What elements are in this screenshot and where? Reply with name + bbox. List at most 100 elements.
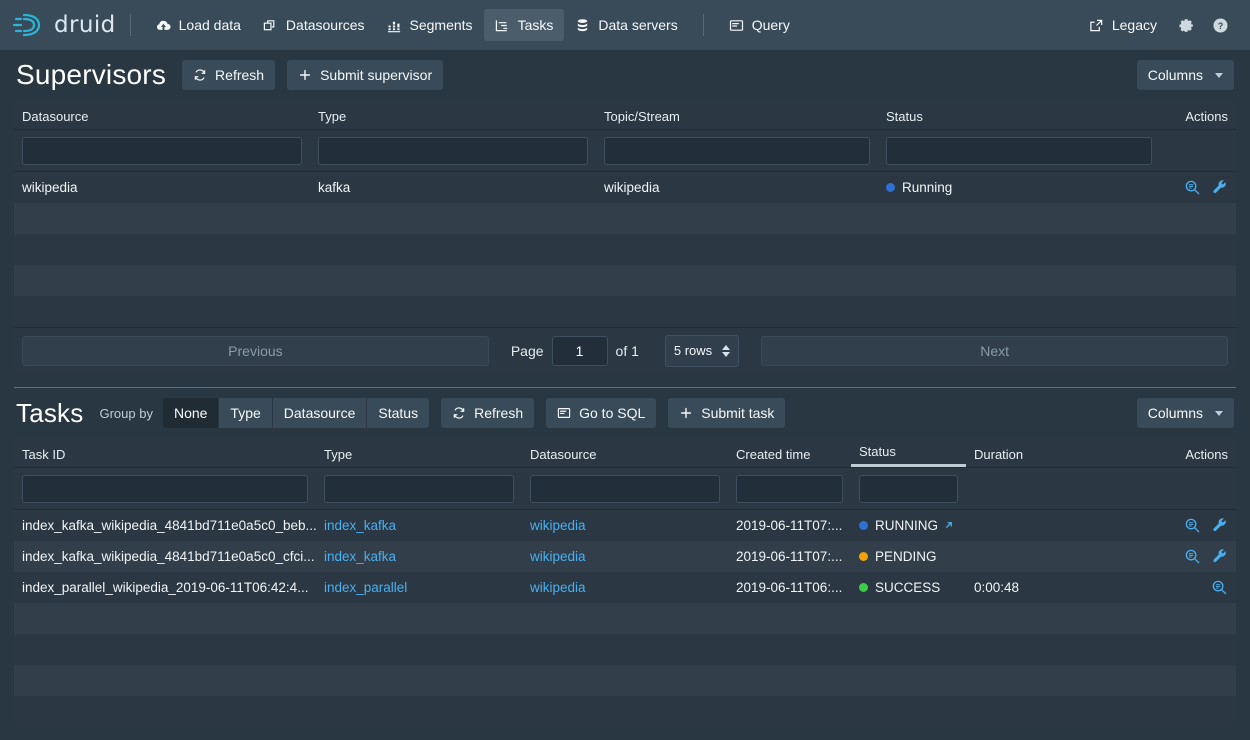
cell-datasource[interactable]: wikipedia bbox=[522, 580, 728, 595]
brand-label: druid bbox=[54, 12, 116, 38]
filter-input-datasource[interactable] bbox=[530, 475, 720, 503]
table-row[interactable]: index_parallel_wikipedia_2019-06-11T06:4… bbox=[14, 572, 1236, 603]
cell-created-time: 2019-06-11T07:... bbox=[728, 549, 851, 564]
submit-task-button[interactable]: Submit task bbox=[668, 398, 785, 428]
table-row-empty bbox=[14, 696, 1236, 727]
submit-supervisor-button[interactable]: Submit supervisor bbox=[287, 60, 443, 90]
button-label: Refresh bbox=[215, 67, 264, 83]
nav-item-load-data[interactable]: Load data bbox=[145, 9, 252, 41]
rows-per-page-select[interactable]: 5 rows bbox=[665, 335, 739, 367]
table-row-empty bbox=[14, 665, 1236, 696]
group-by-button-group: None Type Datasource Status bbox=[163, 398, 429, 428]
view-detail-icon[interactable] bbox=[1184, 548, 1201, 565]
page-number-input[interactable] bbox=[552, 336, 608, 366]
multi-select-icon bbox=[263, 18, 278, 33]
cell-task-id: index_kafka_wikipedia_4841bd711e0a5c0_be… bbox=[14, 518, 316, 533]
brand-logo[interactable]: druid bbox=[12, 10, 116, 40]
gantt-chart-icon bbox=[495, 18, 510, 33]
settings-button[interactable] bbox=[1170, 9, 1202, 41]
cell-type[interactable]: index_kafka bbox=[316, 518, 522, 533]
filter-input-created-time[interactable] bbox=[736, 475, 843, 503]
group-by-none-button[interactable]: None bbox=[163, 398, 219, 428]
status-dot bbox=[886, 183, 895, 192]
cell-datasource: wikipedia bbox=[14, 180, 310, 195]
cell-actions bbox=[1160, 179, 1236, 196]
supervisors-refresh-button[interactable]: Refresh bbox=[182, 60, 275, 90]
view-detail-icon[interactable] bbox=[1184, 179, 1201, 196]
nav-item-legacy[interactable]: Legacy bbox=[1078, 9, 1168, 41]
supervisors-columns-button[interactable]: Columns bbox=[1137, 60, 1234, 90]
nav-item-label: Segments bbox=[410, 17, 473, 33]
top-navbar: druid Load data Datasources bbox=[0, 0, 1250, 50]
view-detail-icon[interactable] bbox=[1211, 579, 1228, 596]
plus-icon bbox=[298, 68, 312, 82]
rows-per-page-label: 5 rows bbox=[674, 343, 712, 358]
navbar-divider-2 bbox=[703, 14, 704, 36]
column-header-duration[interactable]: Duration bbox=[966, 438, 1116, 467]
help-button[interactable]: ? bbox=[1204, 9, 1236, 41]
plus-icon bbox=[679, 406, 693, 420]
column-header-status[interactable]: Status bbox=[851, 438, 966, 467]
supervisors-filter-row bbox=[14, 130, 1236, 172]
table-row[interactable]: index_kafka_wikipedia_4841bd711e0a5c0_be… bbox=[14, 510, 1236, 541]
navbar-divider-1 bbox=[130, 14, 131, 36]
go-to-sql-button[interactable]: Go to SQL bbox=[546, 398, 656, 428]
group-by-status-button[interactable]: Status bbox=[367, 398, 429, 428]
cell-datasource[interactable]: wikipedia bbox=[522, 549, 728, 564]
tasks-filter-row bbox=[14, 468, 1236, 510]
column-header-topic-stream[interactable]: Topic/Stream bbox=[596, 100, 878, 129]
cell-datasource[interactable]: wikipedia bbox=[522, 518, 728, 533]
column-header-type[interactable]: Type bbox=[316, 438, 522, 467]
column-header-status[interactable]: Status bbox=[878, 100, 1160, 129]
nav-item-datasources[interactable]: Datasources bbox=[252, 9, 376, 41]
column-header-actions[interactable]: Actions bbox=[1116, 438, 1236, 467]
external-link-icon[interactable] bbox=[943, 520, 954, 531]
previous-page-button[interactable]: Previous bbox=[22, 336, 489, 366]
tasks-columns-slot: Columns bbox=[1137, 398, 1234, 428]
supervisors-columns-slot: Columns bbox=[1137, 60, 1234, 90]
column-header-created-time[interactable]: Created time bbox=[728, 438, 851, 467]
filter-input-datasource[interactable] bbox=[22, 137, 302, 165]
nav-item-tasks[interactable]: Tasks bbox=[484, 9, 565, 41]
page-total-label: of 1 bbox=[616, 343, 639, 359]
nav-item-query[interactable]: Query bbox=[718, 9, 801, 41]
supervisors-table-header: Datasource Type Topic/Stream Status Acti… bbox=[14, 100, 1236, 130]
filter-input-type[interactable] bbox=[324, 475, 514, 503]
filter-input-type[interactable] bbox=[318, 137, 588, 165]
tasks-refresh-button[interactable]: Refresh bbox=[441, 398, 534, 428]
table-row[interactable]: index_kafka_wikipedia_4841bd711e0a5c0_cf… bbox=[14, 541, 1236, 572]
column-header-type[interactable]: Type bbox=[310, 100, 596, 129]
group-by-datasource-button[interactable]: Datasource bbox=[273, 398, 368, 428]
filter-input-topic-stream[interactable] bbox=[604, 137, 870, 165]
status-dot bbox=[859, 583, 868, 592]
cell-type[interactable]: index_kafka bbox=[316, 549, 522, 564]
status-label: RUNNING bbox=[875, 518, 938, 533]
cell-status: Running bbox=[878, 180, 1160, 195]
cell-status: RUNNING bbox=[851, 518, 966, 533]
tasks-columns-button[interactable]: Columns bbox=[1137, 398, 1234, 428]
share-external-icon bbox=[1089, 18, 1104, 33]
tasks-header: Tasks Group by None Type Datasource Stat… bbox=[0, 388, 1250, 438]
table-row[interactable]: wikipedia kafka wikipedia Running bbox=[14, 172, 1236, 203]
wrench-icon[interactable] bbox=[1211, 548, 1228, 565]
tasks-table: Task ID Type Datasource Created time Sta… bbox=[14, 438, 1236, 727]
column-header-datasource[interactable]: Datasource bbox=[522, 438, 728, 467]
wrench-icon[interactable] bbox=[1211, 179, 1228, 196]
wrench-icon[interactable] bbox=[1211, 517, 1228, 534]
view-detail-icon[interactable] bbox=[1184, 517, 1201, 534]
filter-input-task-id[interactable] bbox=[22, 475, 308, 503]
filter-input-status[interactable] bbox=[886, 137, 1152, 165]
column-header-task-id[interactable]: Task ID bbox=[14, 438, 316, 467]
next-page-button[interactable]: Next bbox=[761, 336, 1228, 366]
cell-topic-stream: wikipedia bbox=[596, 180, 878, 195]
nav-item-data-servers[interactable]: Data servers bbox=[564, 9, 688, 41]
column-header-datasource[interactable]: Datasource bbox=[14, 100, 310, 129]
chevron-down-icon bbox=[1215, 411, 1223, 416]
filter-input-status[interactable] bbox=[859, 475, 958, 503]
group-by-type-button[interactable]: Type bbox=[219, 398, 272, 428]
nav-item-label: Legacy bbox=[1112, 17, 1157, 33]
cell-type[interactable]: index_parallel bbox=[316, 580, 522, 595]
table-row-empty bbox=[14, 296, 1236, 327]
column-header-actions[interactable]: Actions bbox=[1160, 100, 1236, 129]
nav-item-segments[interactable]: Segments bbox=[376, 9, 484, 41]
